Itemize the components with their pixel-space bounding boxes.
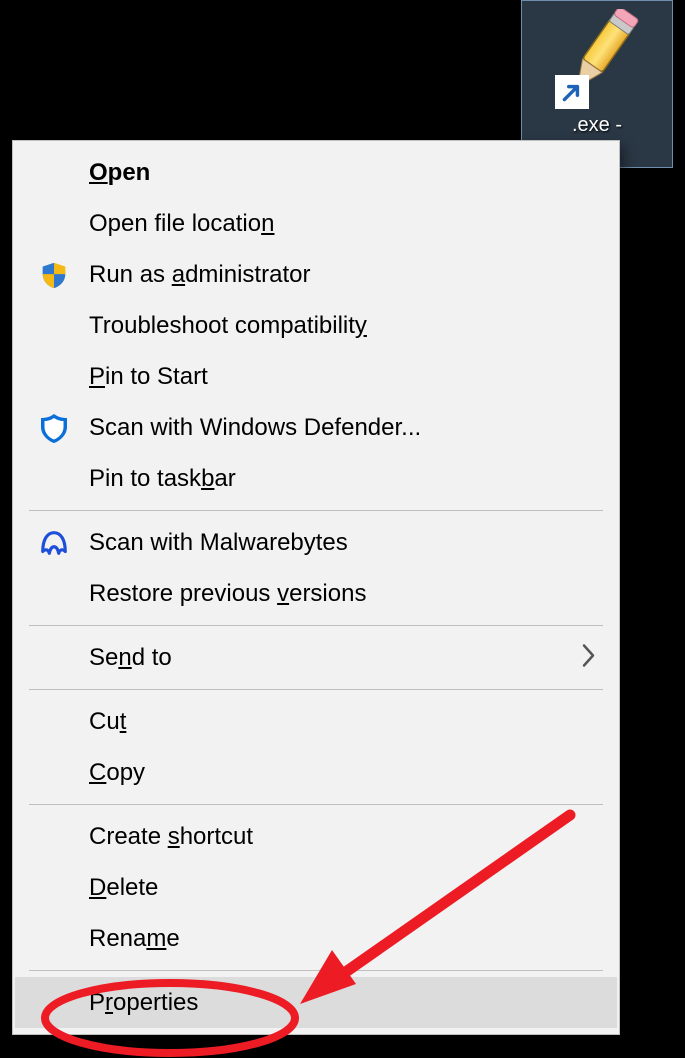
uac-icon xyxy=(37,258,71,292)
menu-item-label: Scan with Malwarebytes xyxy=(89,529,617,557)
defender-icon xyxy=(37,411,71,445)
blank-icon xyxy=(37,705,71,739)
menu-item-pin-start[interactable]: Pin to Start xyxy=(15,351,617,402)
shortcut-arrow-icon xyxy=(555,75,589,109)
menu-item-open[interactable]: Open xyxy=(15,147,617,198)
menu-item-label: Pin to taskbar xyxy=(89,465,617,493)
menu-item-label: Delete xyxy=(89,874,617,902)
blank-icon xyxy=(37,577,71,611)
menu-item-rename[interactable]: Rename xyxy=(15,913,617,964)
menu-item-label: Troubleshoot compatibility xyxy=(89,312,617,340)
blank-icon xyxy=(37,756,71,790)
menu-item-label: Pin to Start xyxy=(89,363,617,391)
menu-item-malwarebytes[interactable]: Scan with Malwarebytes xyxy=(15,517,617,568)
blank-icon xyxy=(37,360,71,394)
blank-icon xyxy=(37,309,71,343)
chevron-right-icon xyxy=(581,638,597,677)
menu-item-label: Open file location xyxy=(89,210,617,238)
menu-item-cut[interactable]: Cut xyxy=(15,696,617,747)
context-menu: Open Open file location Run as administrat… xyxy=(12,140,620,1035)
menu-item-label: Scan with Windows Defender... xyxy=(89,414,617,442)
menu-item-label: Run as administrator xyxy=(89,261,617,289)
menu-item-label: Properties xyxy=(89,989,617,1017)
menu-item-label: Send to xyxy=(89,644,617,672)
menu-separator xyxy=(29,510,603,511)
menu-item-run-admin[interactable]: Run as administrator xyxy=(15,249,617,300)
menu-item-label: Copy xyxy=(89,759,617,787)
blank-icon xyxy=(37,986,71,1020)
blank-icon xyxy=(37,641,71,675)
menu-item-delete[interactable]: Delete xyxy=(15,862,617,913)
menu-item-label: Open xyxy=(89,159,617,187)
menu-item-properties[interactable]: Properties xyxy=(15,977,617,1028)
pencil-2d-icon xyxy=(547,9,647,109)
blank-icon xyxy=(37,207,71,241)
menu-item-label: Restore previous versions xyxy=(89,580,617,608)
menu-item-defender[interactable]: Scan with Windows Defender... xyxy=(15,402,617,453)
menu-item-label: Create shortcut xyxy=(89,823,617,851)
blank-icon xyxy=(37,922,71,956)
malwarebytes-icon xyxy=(37,526,71,560)
menu-separator xyxy=(29,804,603,805)
blank-icon xyxy=(37,871,71,905)
menu-item-troubleshoot[interactable]: Troubleshoot compatibility xyxy=(15,300,617,351)
menu-item-label: Rename xyxy=(89,925,617,953)
menu-item-pin-taskbar[interactable]: Pin to taskbar xyxy=(15,453,617,504)
blank-icon xyxy=(37,820,71,854)
menu-item-send-to[interactable]: Send to xyxy=(15,632,617,683)
menu-item-label: Cut xyxy=(89,708,617,736)
menu-separator xyxy=(29,625,603,626)
menu-item-create-shortcut[interactable]: Create shortcut xyxy=(15,811,617,862)
menu-item-restore-versions[interactable]: Restore previous versions xyxy=(15,568,617,619)
menu-item-copy[interactable]: Copy xyxy=(15,747,617,798)
menu-separator xyxy=(29,970,603,971)
menu-separator xyxy=(29,689,603,690)
menu-item-open-location[interactable]: Open file location xyxy=(15,198,617,249)
blank-icon xyxy=(37,156,71,190)
blank-icon xyxy=(37,462,71,496)
